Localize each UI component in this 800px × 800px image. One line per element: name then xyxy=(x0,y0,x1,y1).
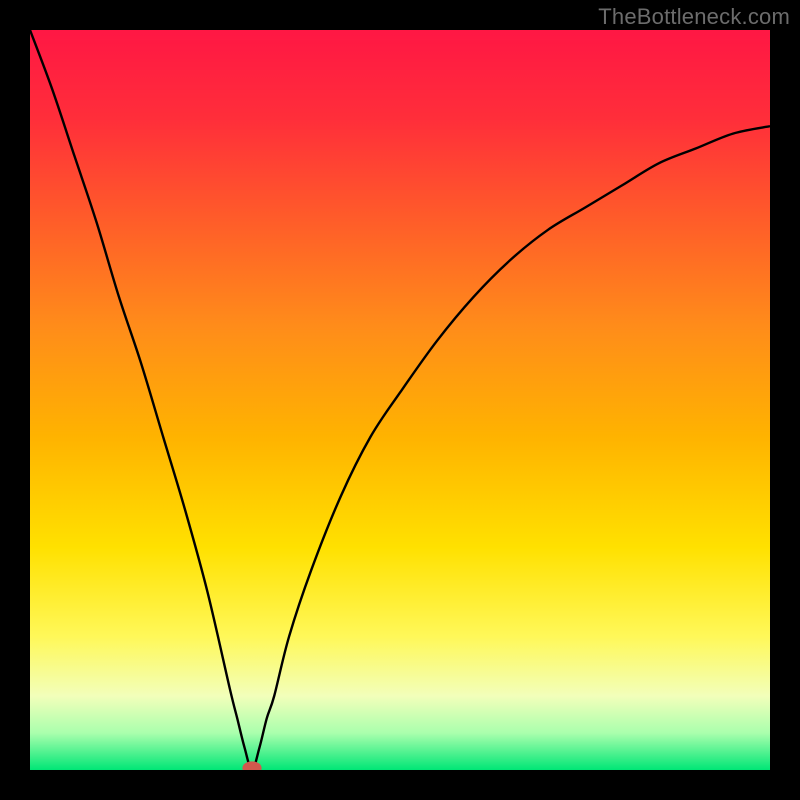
chart-frame: TheBottleneck.com xyxy=(0,0,800,800)
gradient-background xyxy=(30,30,770,770)
plot-area xyxy=(30,30,770,770)
watermark-text: TheBottleneck.com xyxy=(598,4,790,30)
bottleneck-chart xyxy=(30,30,770,770)
